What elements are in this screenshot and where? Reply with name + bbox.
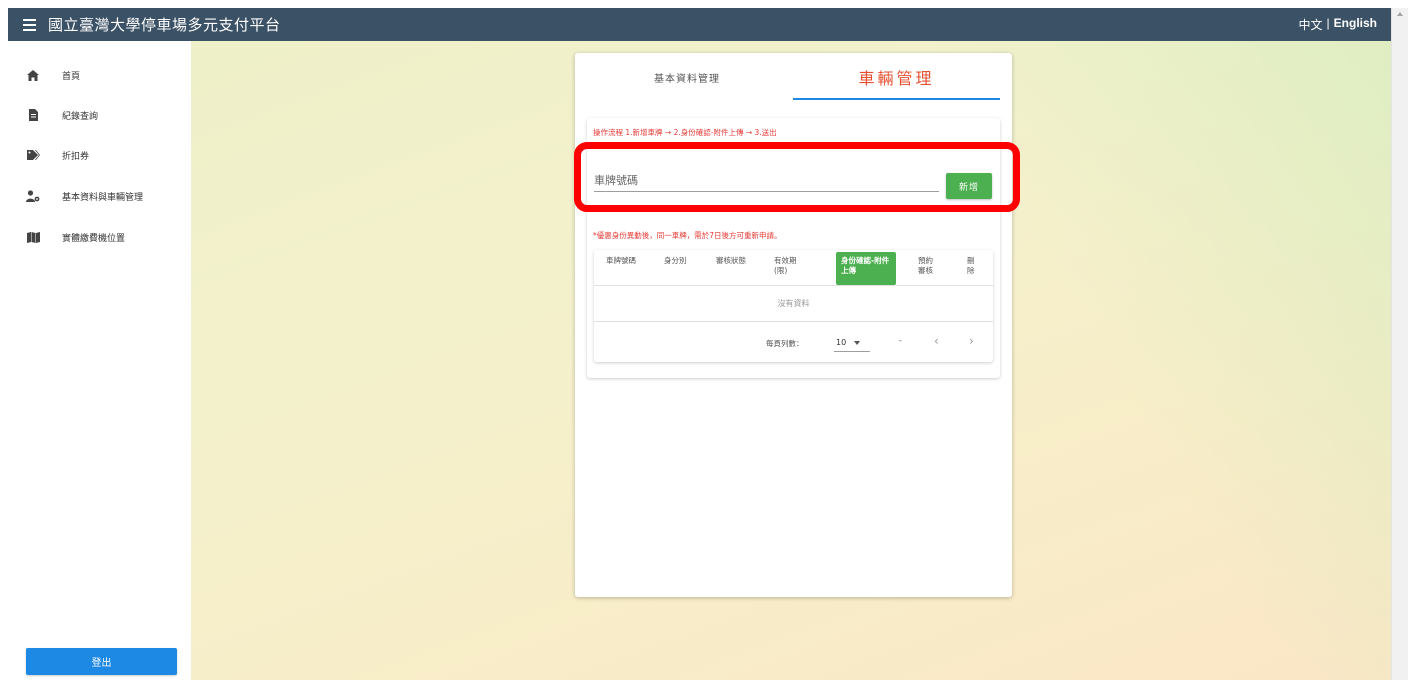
scroll-up-arrow-icon[interactable] [1397,12,1403,16]
lang-separator: | [1326,16,1330,30]
sidebar-item-label: 首頁 [62,71,81,82]
tab-bar: 基本資料管理 車輛管理 [575,53,1012,101]
col-header-status[interactable]: 審核狀態 [716,256,746,266]
previous-page-icon[interactable]: ‹ [934,334,939,348]
col-header-plate[interactable]: 車牌號碼 [606,256,636,266]
rows-per-page-label: 每頁列數： [766,339,804,348]
language-switcher: 中文 | English [1299,16,1377,33]
logout-button[interactable]: 登出 [26,648,177,675]
tab-vehicle-management[interactable]: 車輛管理 [793,53,1000,101]
col-header-attachment-upload[interactable]: 身份確認-附件上傳 [836,252,896,285]
user-cog-icon [26,189,40,203]
vehicle-management-card: 基本資料管理 車輛管理 操作流程 1.新增車牌 → 2.身份確認-附件上傳 → … [575,53,1012,597]
add-plate-button[interactable]: 新增 [946,173,992,199]
lang-zh-link[interactable]: 中文 [1299,16,1323,33]
dropdown-caret-icon [854,340,861,345]
active-tab-indicator [793,98,1000,100]
col-header-reservation[interactable]: 預約審核 [918,256,938,276]
sidebar-item-label: 折扣券 [62,151,90,162]
page-range-text: - [899,336,902,345]
sidebar-item-profile-vehicles[interactable]: 基本資料與車輛管理 [8,183,191,209]
vehicle-table: 車牌號碼 身分別 審核狀態 有效期(限) 身份確認-附件上傳 預約審核 刪除 沒… [594,250,993,362]
sidebar-item-home[interactable]: 首頁 [8,62,191,88]
process-flow-text: 操作流程 1.新增車牌 → 2.身份確認-附件上傳 → 3.送出 [593,128,777,137]
top-app-bar: 國立臺灣大學停車場多元支付平台 中文 | English [8,8,1391,41]
col-header-delete[interactable]: 刪除 [967,256,977,276]
sidebar-item-label: 實體繳費機位置 [62,233,126,244]
map-icon [26,230,40,244]
next-page-icon[interactable]: › [969,334,974,348]
add-plate-area: 新增 [593,157,995,207]
col-header-identity[interactable]: 身分別 [664,256,694,266]
sidebar-item-records[interactable]: 紀錄查詢 [8,102,191,128]
receipt-icon [26,108,40,122]
vehicle-panel: 操作流程 1.新增車牌 → 2.身份確認-附件上傳 → 3.送出 新增 *優惠身… [587,118,1000,378]
sidebar-item-coupons[interactable]: 折扣券 [8,142,191,168]
col-header-validity[interactable]: 有效期(限) [774,256,804,276]
plate-number-input[interactable] [594,170,939,192]
tab-basic-info[interactable]: 基本資料管理 [581,53,793,101]
home-icon [26,68,40,82]
table-header: 車牌號碼 身分別 審核狀態 有效期(限) 身份確認-附件上傳 預約審核 刪除 [594,250,993,286]
sidebar-item-kiosk-map[interactable]: 實體繳費機位置 [8,224,191,250]
hamburger-menu-icon[interactable] [18,13,42,37]
reapply-note-text: *優惠身份異動後，同一車牌，需於7日後方可重新申請。 [593,231,782,240]
rows-per-page-select[interactable]: 10 [834,334,870,352]
empty-table-row: 沒有資料 [594,286,993,322]
sidebar-item-label: 基本資料與車輛管理 [62,192,144,203]
page-scrollbar[interactable] [1391,8,1408,680]
table-pagination: 每頁列數： 10 - ‹ › [594,322,993,362]
rows-per-page-value: 10 [836,338,847,347]
app-title: 國立臺灣大學停車場多元支付平台 [48,16,281,34]
sidebar: 首頁 紀錄查詢 折扣券 基本資料與車輛管理 實體繳費機位置 登出 [8,41,191,680]
tags-icon [26,148,40,162]
sidebar-item-label: 紀錄查詢 [62,111,99,122]
lang-en-link[interactable]: English [1334,16,1377,33]
